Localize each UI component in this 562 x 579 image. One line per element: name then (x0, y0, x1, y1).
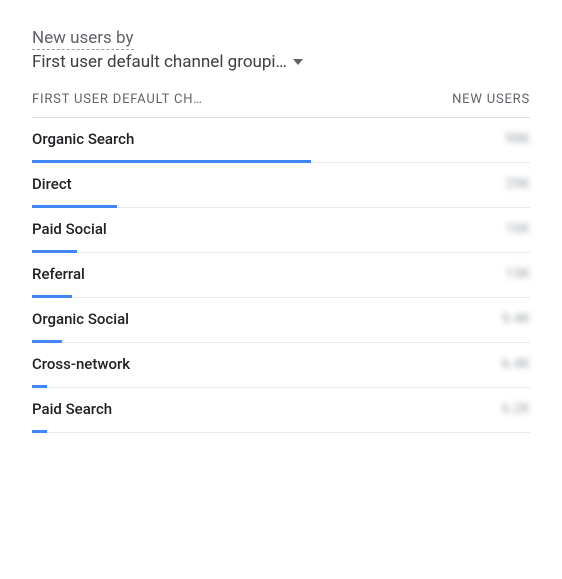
caret-down-icon (293, 59, 303, 65)
table-header: FIRST USER DEFAULT CH… NEW USERS (32, 86, 530, 118)
row-value: 98K (505, 131, 530, 147)
dimension-label: First user default channel groupi… (32, 52, 287, 72)
row-bar (32, 430, 47, 433)
row-value: 9.4K (502, 311, 530, 327)
table-row[interactable]: Referral 15K (32, 253, 530, 298)
row-label: Paid Social (32, 220, 107, 238)
table-row[interactable]: Organic Social 9.4K (32, 298, 530, 343)
table-row[interactable]: Cross-network 6.4K (32, 343, 530, 388)
row-label: Organic Social (32, 310, 129, 328)
row-label: Direct (32, 175, 72, 193)
table-row[interactable]: Paid Search 6.2K (32, 388, 530, 433)
dimension-picker[interactable]: First user default channel groupi… (32, 52, 530, 72)
table-row[interactable]: Direct 29K (32, 163, 530, 208)
row-label: Cross-network (32, 355, 130, 373)
row-value: 16K (505, 221, 530, 237)
row-value: 15K (505, 266, 530, 282)
row-value: 6.4K (502, 356, 530, 372)
title-prefix: New users by (32, 28, 134, 50)
table-body: Organic Search 98K Direct 29K Paid Social 16K… (32, 118, 530, 433)
row-label: Referral (32, 265, 85, 283)
table-row[interactable]: Paid Social 16K (32, 208, 530, 253)
row-value: 6.2K (502, 401, 530, 417)
column-dimension: FIRST USER DEFAULT CH… (32, 92, 203, 107)
row-label: Organic Search (32, 130, 134, 148)
card-title: New users by First user default channel … (32, 28, 530, 72)
column-metric: NEW USERS (452, 92, 530, 107)
row-label: Paid Search (32, 400, 112, 418)
table-row[interactable]: Organic Search 98K (32, 118, 530, 163)
row-value: 29K (505, 176, 530, 192)
